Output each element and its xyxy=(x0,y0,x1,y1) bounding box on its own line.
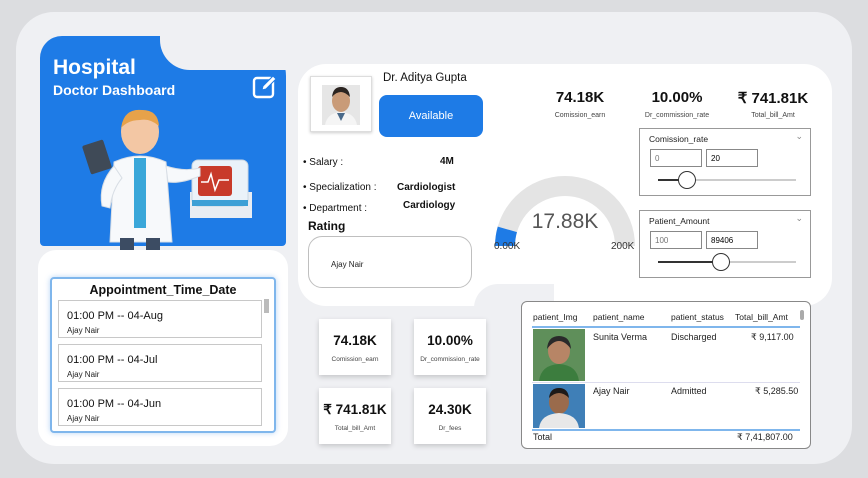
patient-bill-cell: ₹ 9,117.00 xyxy=(751,332,794,342)
card-value: 74.18K xyxy=(333,333,377,348)
doctor-photo xyxy=(310,76,372,132)
card-value: 24.30K xyxy=(428,402,472,417)
hero-subtitle: Doctor Dashboard xyxy=(53,82,176,98)
kpi-total-bill-label: Total_bill_Amt xyxy=(751,112,795,119)
chevron-down-icon[interactable]: ⌄ xyxy=(795,131,803,142)
appointment-item[interactable]: 01:00 PM -- 04-Aug Ajay Nair xyxy=(58,300,262,338)
slider-track[interactable] xyxy=(658,171,796,189)
appointment-patient: Ajay Nair xyxy=(67,326,100,335)
doctor-avatar-icon xyxy=(322,85,360,125)
hero-notch xyxy=(160,36,286,70)
total-amount: ₹ 7,41,807.00 xyxy=(737,432,793,442)
card-value: 10.00% xyxy=(427,333,473,348)
slider-handle[interactable] xyxy=(677,171,696,189)
slider-track[interactable] xyxy=(658,253,796,271)
kpi-commission-rate-value: 10.00% xyxy=(651,89,703,106)
hero-title: Hospital xyxy=(53,56,136,79)
kpi-total-bill-value: ₹ 741.81K xyxy=(737,90,809,107)
patient-photo-icon xyxy=(533,384,585,428)
card-label: Total_bill_Amt xyxy=(334,425,376,432)
commission-rate-slicer: Comission_rate ⌄ xyxy=(639,128,811,196)
appointment-item[interactable]: 01:00 PM -- 04-Jun Ajay Nair xyxy=(58,388,262,426)
kpi-commission-earn-value: 74.18K xyxy=(555,89,605,106)
slicer-min-input[interactable] xyxy=(650,231,702,249)
kpi-commission-earn-label: Comission_earn xyxy=(554,112,606,119)
card-dr-fees: 24.30K Dr_fees xyxy=(414,388,486,444)
slider-handle[interactable] xyxy=(712,253,731,271)
edit-icon[interactable] xyxy=(252,74,278,100)
specialization-value: Cardiologist xyxy=(397,182,456,193)
column-header[interactable]: Total_bill_Amt xyxy=(735,312,788,322)
gauge-value: 17.88K xyxy=(531,210,599,233)
patient-amount-slicer: Patient_Amount ⌄ xyxy=(639,210,811,278)
availability-status-button[interactable]: Available xyxy=(379,95,483,137)
table-scrollbar[interactable] xyxy=(800,310,804,320)
rating-box: Ajay Nair xyxy=(308,236,472,288)
rating-label: Rating xyxy=(308,219,346,233)
chevron-down-icon[interactable]: ⌄ xyxy=(795,213,803,224)
card-total-bill: ₹ 741.81K Total_bill_Amt xyxy=(319,388,391,444)
patient-bill-cell: ₹ 5,285.50 xyxy=(755,386,799,396)
appointment-scrollbar[interactable] xyxy=(264,299,269,313)
slicer-title: Comission_rate xyxy=(649,134,709,144)
department-label: • Department : xyxy=(303,203,368,214)
appointment-patient: Ajay Nair xyxy=(67,414,100,423)
card-commission-earn: 74.18K Comission_earn xyxy=(319,319,391,375)
department-value: Cardiology xyxy=(403,200,456,211)
gauge-max-label: 200K xyxy=(611,241,635,252)
column-header[interactable]: patient_status xyxy=(671,312,724,322)
card-label: Dr_commission_rate xyxy=(420,356,480,363)
column-header[interactable]: patient_name xyxy=(593,312,645,322)
card-label: Comission_earn xyxy=(331,356,379,363)
patient-status-cell: Discharged xyxy=(671,332,717,342)
patient-table: patient_Img patient_name patient_status … xyxy=(521,301,811,449)
appointment-time: 01:00 PM -- 04-Jul xyxy=(67,354,158,366)
patient-name-cell: Sunita Verma xyxy=(593,332,648,342)
slicer-title: Patient_Amount xyxy=(649,216,710,226)
doctor-illustration-icon xyxy=(82,109,252,266)
specialization-label: • Specialization : xyxy=(303,182,377,193)
kpi-commission-rate-label: Dr_commission_rate xyxy=(644,112,710,119)
gauge-min-label: 0.00K xyxy=(494,241,521,252)
appointment-time: 01:00 PM -- 04-Aug xyxy=(67,310,163,322)
total-divider xyxy=(532,429,800,431)
appointment-item[interactable]: 01:00 PM -- 04-Jul Ajay Nair xyxy=(58,344,262,382)
patient-photo-icon xyxy=(533,329,585,381)
appointment-time: 01:00 PM -- 04-Jun xyxy=(67,398,162,410)
card-value: ₹ 741.81K xyxy=(323,402,387,417)
row-divider xyxy=(532,382,800,383)
patient-name-cell: Ajay Nair xyxy=(593,386,630,396)
header-divider xyxy=(532,326,800,328)
salary-value: 4M xyxy=(440,156,454,167)
appointment-patient: Ajay Nair xyxy=(67,370,100,379)
doctor-name: Dr. Aditya Gupta xyxy=(383,72,467,84)
slicer-max-input[interactable] xyxy=(706,149,758,167)
slicer-max-input[interactable] xyxy=(706,231,758,249)
rating-value: Ajay Nair xyxy=(331,260,364,269)
total-label: Total xyxy=(533,432,553,442)
patient-status-cell: Admitted xyxy=(671,386,707,396)
salary-label: • Salary : xyxy=(303,157,344,168)
card-label: Dr_fees xyxy=(438,425,462,432)
column-header[interactable]: patient_Img xyxy=(533,312,577,322)
appointment-list-title: Appointment_Time_Date xyxy=(89,283,237,297)
appointment-list: Appointment_Time_Date 01:00 PM -- 04-Aug… xyxy=(50,277,276,433)
card-commission-rate: 10.00% Dr_commission_rate xyxy=(414,319,486,375)
slicer-min-input[interactable] xyxy=(650,149,702,167)
